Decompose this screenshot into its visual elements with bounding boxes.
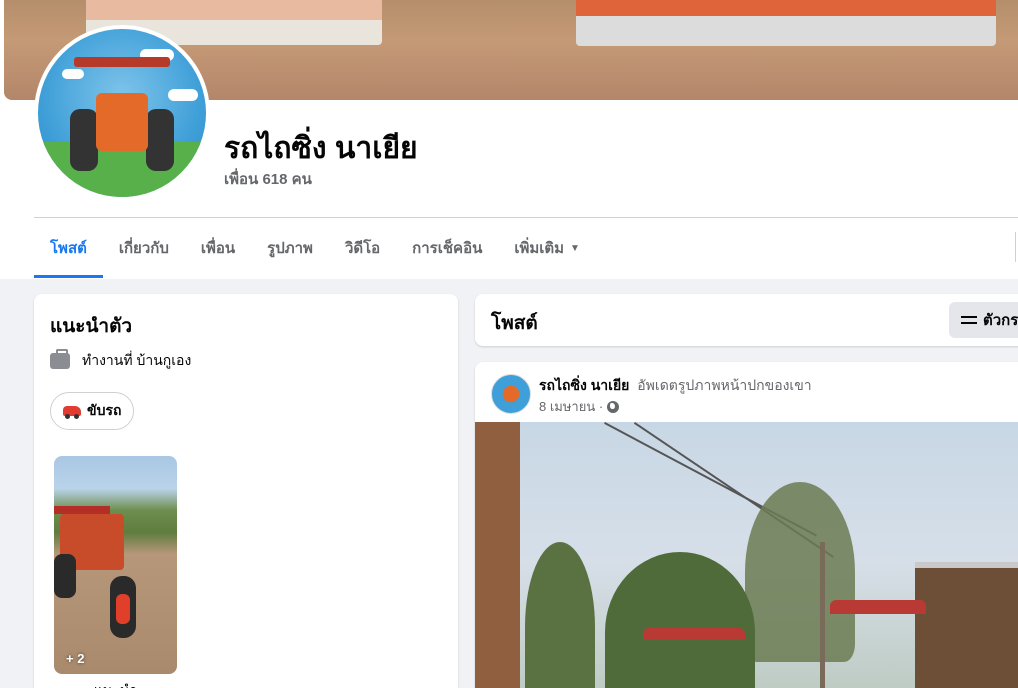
tab-posts[interactable]: โพสต์ bbox=[34, 218, 103, 278]
briefcase-icon bbox=[50, 349, 70, 369]
post-card: รถไถซิ่ง นาเยีย อัพเดตรูปภาพหน้าปกของเขา… bbox=[475, 362, 1018, 688]
caret-down-icon: ▼ bbox=[570, 242, 580, 254]
intro-card: แนะนำตัว ทำงานที่ บ้านกูเอง ขับรถ + 2 แน… bbox=[34, 294, 458, 688]
featured-photo[interactable]: + 2 bbox=[54, 456, 177, 674]
hobby-chip[interactable]: ขับรถ bbox=[50, 392, 135, 430]
friends-count[interactable]: เพื่อน 618 คน bbox=[224, 167, 312, 191]
intro-work-row: ทำงานที่ บ้านกูเอง bbox=[50, 349, 192, 372]
hobby-label: ขับรถ bbox=[87, 402, 122, 418]
featured-label: แนะนำ bbox=[54, 680, 177, 688]
car-icon bbox=[63, 406, 81, 419]
profile-tabs: โพสต์ เกี่ยวกับ เพื่อน รูปภาพ วิดีโอ การ… bbox=[34, 218, 596, 278]
post-author-name[interactable]: รถไถซิ่ง นาเยีย bbox=[539, 377, 629, 393]
filter-icon bbox=[961, 314, 977, 326]
tab-more-label: เพิ่มเติม bbox=[514, 240, 565, 257]
globe-icon bbox=[607, 400, 620, 413]
filter-label: ตัวกร bbox=[983, 312, 1018, 329]
profile-picture-image bbox=[38, 29, 206, 197]
intro-title: แนะนำตัว bbox=[50, 316, 133, 337]
posts-header-card: โพสต์ ตัวกร bbox=[475, 294, 1018, 346]
tab-about-label: เกี่ยวกับ bbox=[118, 240, 169, 257]
tab-videos-label: วิดีโอ bbox=[344, 240, 381, 257]
tab-photos-label: รูปภาพ bbox=[267, 240, 313, 257]
post-meta: 8 เมษายน · bbox=[539, 396, 620, 417]
tab-friends[interactable]: เพื่อน bbox=[185, 218, 251, 278]
post-author-avatar[interactable] bbox=[491, 374, 531, 414]
tab-checkins[interactable]: การเช็คอิน bbox=[396, 218, 498, 278]
tab-checkins-label: การเช็คอิน bbox=[412, 240, 483, 257]
cover-plank-right bbox=[576, 0, 996, 46]
post-photo[interactable] bbox=[475, 422, 1018, 688]
filter-button[interactable]: ตัวกร bbox=[949, 302, 1018, 338]
post-date[interactable]: 8 เมษายน · bbox=[539, 396, 603, 417]
featured-count: + 2 bbox=[66, 651, 85, 666]
tab-friends-label: เพื่อน bbox=[200, 240, 236, 257]
tab-photos[interactable]: รูปภาพ bbox=[251, 218, 329, 278]
post-action-text: อัพเดตรูปภาพหน้าปกของเขา bbox=[637, 377, 812, 393]
intro-work-text: ทำงานที่ บ้านกูเอง bbox=[82, 352, 192, 368]
posts-title: โพสต์ bbox=[491, 313, 538, 334]
profile-name: รถไถซิ่ง นาเยีย bbox=[224, 132, 418, 165]
profile-header: รถไถซิ่ง นาเยีย เพื่อน 618 คน โพสต์ เกี่… bbox=[0, 0, 1018, 279]
tab-more[interactable]: เพิ่มเติม ▼ bbox=[498, 218, 596, 278]
post-author-line: รถไถซิ่ง นาเยีย อัพเดตรูปภาพหน้าปกของเขา bbox=[539, 375, 812, 397]
tab-about[interactable]: เกี่ยวกับ bbox=[103, 218, 185, 278]
profile-picture[interactable] bbox=[34, 25, 210, 201]
tab-videos[interactable]: วิดีโอ bbox=[329, 218, 396, 278]
tab-posts-label: โพสต์ bbox=[50, 240, 87, 257]
